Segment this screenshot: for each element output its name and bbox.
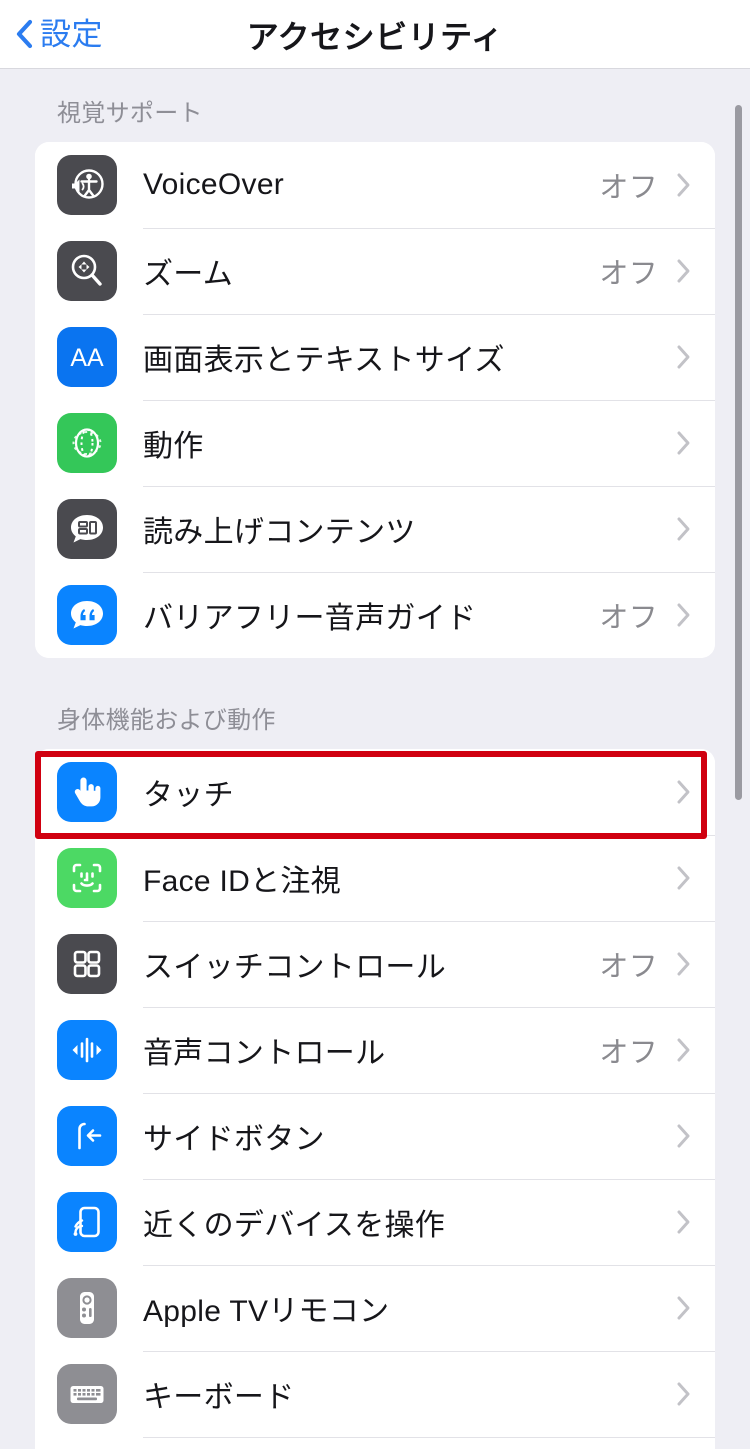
row-value: オフ [599,172,658,204]
row-spoken-content[interactable]: 読み上げコンテンツ [35,486,715,572]
row-control-nearby-devices[interactable]: 近くのデバイスを操作 [35,1179,715,1265]
row-label: ズーム [143,258,233,291]
settings-group-physical-and-motor: タッチ Face IDと注視 スイッチコントロール オフ 音声コントロール オフ… [35,749,715,1449]
row-display-and-text-size[interactable]: AA 画面表示とテキストサイズ [35,314,715,400]
chevron-right-icon [677,952,690,976]
row-keyboard[interactable]: キーボード [35,1351,715,1437]
chevron-right-icon [677,1382,690,1406]
row-label: サイドボタン [143,1123,325,1156]
row-value: オフ [599,951,658,983]
accessibility-settings-screen: 設定 アクセシビリティ 視覚サポート VoiceOver オフ ズーム オフ A… [0,0,750,1449]
chevron-right-icon [677,603,690,627]
motion-icon [57,413,117,473]
row-value: オフ [599,1037,658,1069]
row-motion[interactable]: 動作 [35,400,715,486]
face-id-icon [57,848,117,908]
row-zoom[interactable]: ズーム オフ [35,228,715,314]
switch-control-icon [57,934,117,994]
vertical-scrollbar[interactable] [735,105,742,800]
row-label: Apple TVリモコン [143,1295,390,1328]
chevron-right-icon [677,259,690,283]
row-touch[interactable]: タッチ [35,749,715,835]
audio-descriptions-icon [57,585,117,645]
keyboard-icon [57,1364,117,1424]
row-label: 読み上げコンテンツ [143,516,416,549]
row-label: 近くのデバイスを操作 [143,1209,446,1242]
chevron-right-icon [677,517,690,541]
chevron-right-icon [677,866,690,890]
svg-text:AA: AA [70,344,104,372]
chevron-right-icon [677,780,690,804]
row-label: タッチ [143,779,234,812]
spoken-content-icon [57,499,117,559]
section-header-physical-and-motor: 身体機能および動作 [57,707,276,734]
chevron-right-icon [677,345,690,369]
section-header-vision: 視覚サポート [57,100,203,127]
chevron-right-icon [677,1038,690,1062]
touch-hand-icon [57,762,117,822]
settings-group-vision: VoiceOver オフ ズーム オフ AA 画面表示とテキストサイズ 動作 読… [35,142,715,658]
row-value: オフ [599,258,658,290]
zoom-magnifier-icon [57,241,117,301]
text-size-aa-icon: AA [57,327,117,387]
row-voiceover[interactable]: VoiceOver オフ [35,142,715,228]
chevron-right-icon [677,173,690,197]
row-audio-descriptions[interactable]: バリアフリー音声ガイド オフ [35,572,715,658]
row-apple-tv-remote[interactable]: Apple TVリモコン [35,1265,715,1351]
back-to-settings-button[interactable]: 設定 [16,19,103,50]
row-side-button[interactable]: サイドボタン [35,1093,715,1179]
row-partially-visible-below-fold[interactable] [35,1437,715,1449]
settings-scroll-area[interactable]: 視覚サポート VoiceOver オフ ズーム オフ AA 画面表示とテキストサ… [0,69,750,1449]
row-voice-control[interactable]: 音声コントロール オフ [35,1007,715,1093]
voiceover-icon [57,155,117,215]
row-label: 画面表示とテキストサイズ [143,344,505,377]
page-title: アクセシビリティ [246,18,504,55]
chevron-right-icon [677,1124,690,1148]
row-label: 音声コントロール [143,1037,386,1070]
chevron-right-icon [677,431,690,455]
row-label: バリアフリー音声ガイド [143,602,477,635]
voice-control-icon [57,1020,117,1080]
row-label: キーボード [143,1381,295,1414]
row-label: Face IDと注視 [143,865,342,898]
row-label: 動作 [143,430,204,463]
control-nearby-devices-icon [57,1192,117,1252]
row-switch-control[interactable]: スイッチコントロール オフ [35,921,715,1007]
row-label: VoiceOver [143,168,285,201]
back-button-label: 設定 [40,16,103,52]
row-value: オフ [599,602,658,634]
side-button-icon [57,1106,117,1166]
navigation-bar: 設定 アクセシビリティ [0,0,750,69]
apple-tv-remote-icon [57,1278,117,1338]
row-face-id-and-attention[interactable]: Face IDと注視 [35,835,715,921]
row-label: スイッチコントロール [143,951,446,984]
chevron-right-icon [677,1296,690,1320]
back-chevron-icon [16,19,33,49]
chevron-right-icon [677,1210,690,1234]
